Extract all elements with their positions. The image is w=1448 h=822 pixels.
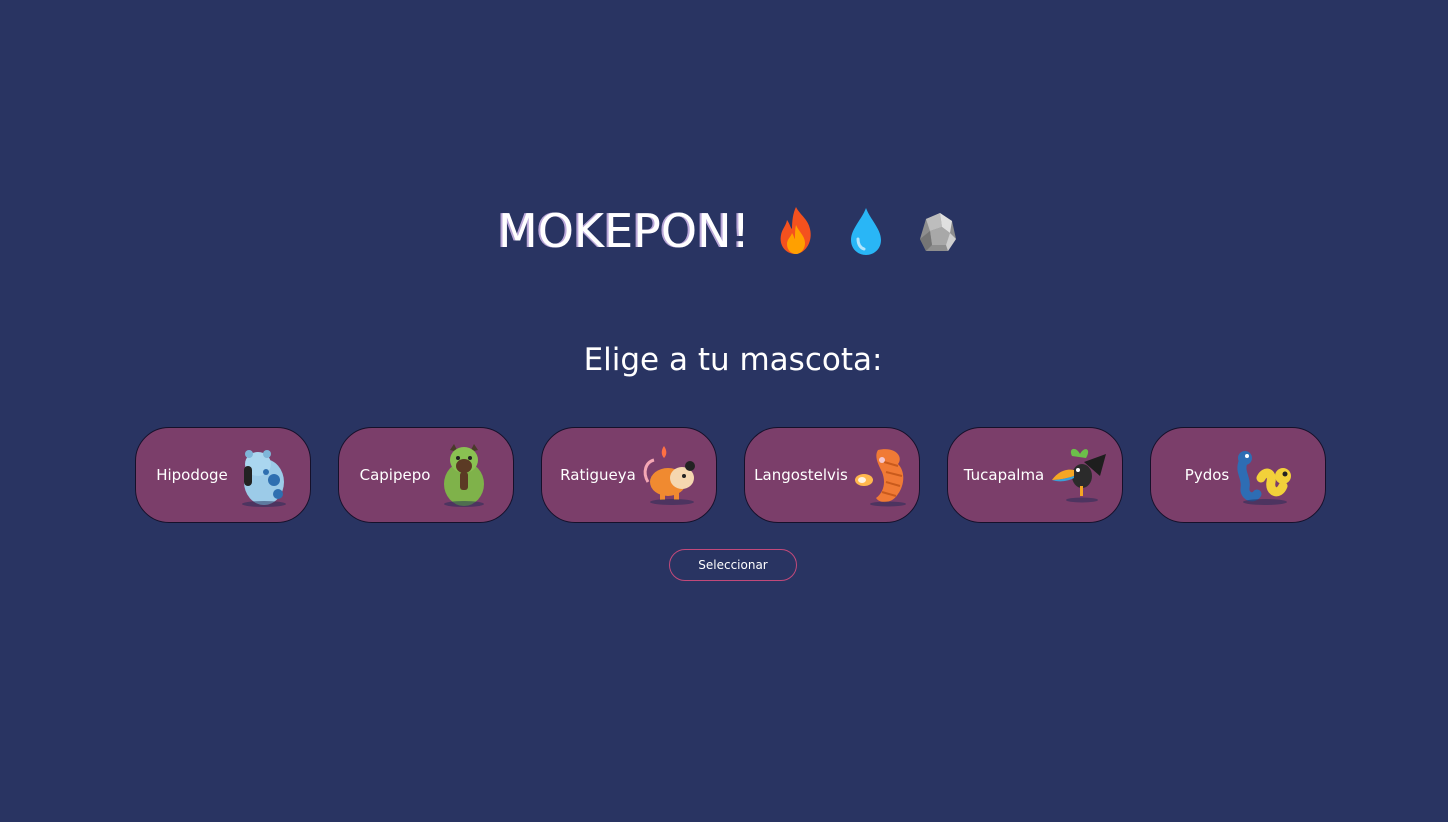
capipepo-art: [444, 444, 485, 507]
pet-label: Capipepo: [359, 466, 431, 484]
pet-card-capipepo[interactable]: Capipepo: [338, 427, 514, 523]
pet-card-ratigueya[interactable]: Ratigueya: [541, 427, 717, 523]
choose-pet-heading: Elige a tu mascota:: [583, 342, 883, 378]
pet-label: Ratigueya: [560, 466, 636, 484]
pet-label: Pydos: [1184, 466, 1230, 484]
title-row: MOKEPON!: [5, 196, 1448, 266]
rock-icon: [919, 213, 956, 251]
select-pet-button[interactable]: Seleccionar: [669, 549, 797, 581]
water-drop-icon: [850, 208, 881, 255]
pet-label: Hipodoge: [156, 466, 228, 484]
pet-label: Langostelvis: [754, 466, 848, 484]
hipodoge-art: [241, 450, 286, 507]
langostelvis-art: [854, 449, 906, 507]
pet-card-tucapalma[interactable]: Tucapalma: [947, 427, 1123, 523]
page: MOKEPON! Elige a tu mascota: Hipodoge Ca…: [0, 0, 1448, 822]
ratigueya-art: [643, 446, 695, 505]
pydos-art: [1237, 451, 1292, 505]
pet-card-pydos[interactable]: Pydos: [1150, 427, 1326, 523]
pet-card-hipodoge[interactable]: Hipodoge: [135, 427, 311, 523]
pet-options: Hipodoge Capipepo Ratigueya Langostelvis…: [135, 427, 1326, 523]
tucapalma-art: [1052, 448, 1107, 503]
fire-icon: [780, 207, 811, 254]
game-title: MOKEPON!: [498, 204, 750, 258]
pet-label: Tucapalma: [963, 466, 1045, 484]
pet-card-langostelvis[interactable]: Langostelvis: [744, 427, 920, 523]
